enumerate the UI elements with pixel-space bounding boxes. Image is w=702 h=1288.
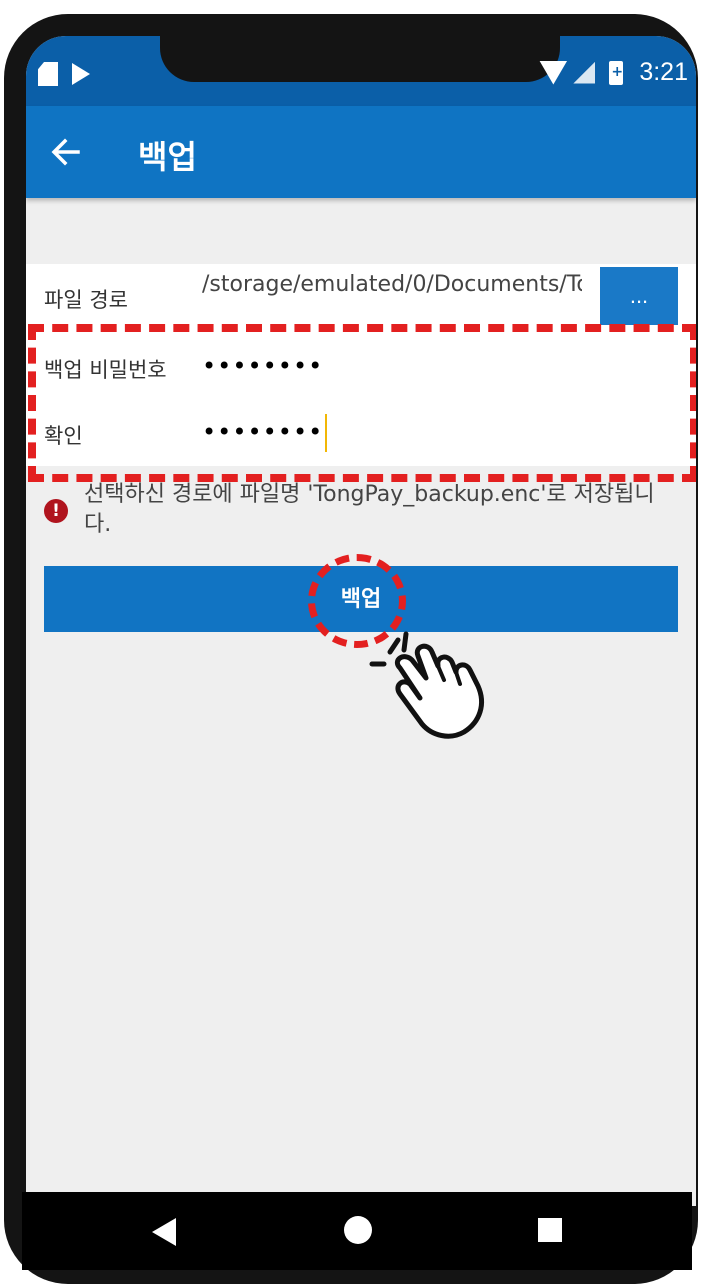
camera-notch <box>160 36 560 82</box>
navigation-bar <box>22 1192 692 1270</box>
sd-card-icon <box>38 62 58 86</box>
page-title: 백업 <box>138 138 197 176</box>
alert-circle-icon: ! <box>44 499 68 523</box>
pointing-hand-icon <box>369 631 484 739</box>
file-path-value: /storage/emulated/0/Documents/TongPay <box>202 272 582 297</box>
signal-icon <box>573 61 596 84</box>
nav-recents-icon[interactable] <box>538 1218 562 1242</box>
battery-charging-icon <box>609 60 624 85</box>
info-text: 선택하신 경로에 파일명 'TongPay_backup.enc'로 저장됩니다… <box>84 482 655 537</box>
password-highlight-box <box>28 324 696 482</box>
status-left-icons <box>38 62 90 86</box>
play-store-icon <box>72 63 90 85</box>
nav-home-icon[interactable] <box>344 1216 372 1244</box>
app-bar: 백업 <box>26 106 696 198</box>
status-time: 3:21 <box>639 58 688 86</box>
file-path-label: 파일 경로 <box>44 288 128 312</box>
status-right-icons: 3:21 <box>539 58 688 87</box>
status-bar: 3:21 <box>26 36 696 106</box>
screen: 3:21 백업 파일 경로 /storage/emulated/0/Docume… <box>26 36 696 1206</box>
phone-frame: 3:21 백업 파일 경로 /storage/emulated/0/Docume… <box>4 14 698 1284</box>
arrow-left-icon[interactable] <box>50 136 82 168</box>
wifi-icon <box>539 60 568 85</box>
browse-path-button[interactable]: ... <box>600 267 678 325</box>
nav-back-icon[interactable] <box>152 1218 176 1246</box>
